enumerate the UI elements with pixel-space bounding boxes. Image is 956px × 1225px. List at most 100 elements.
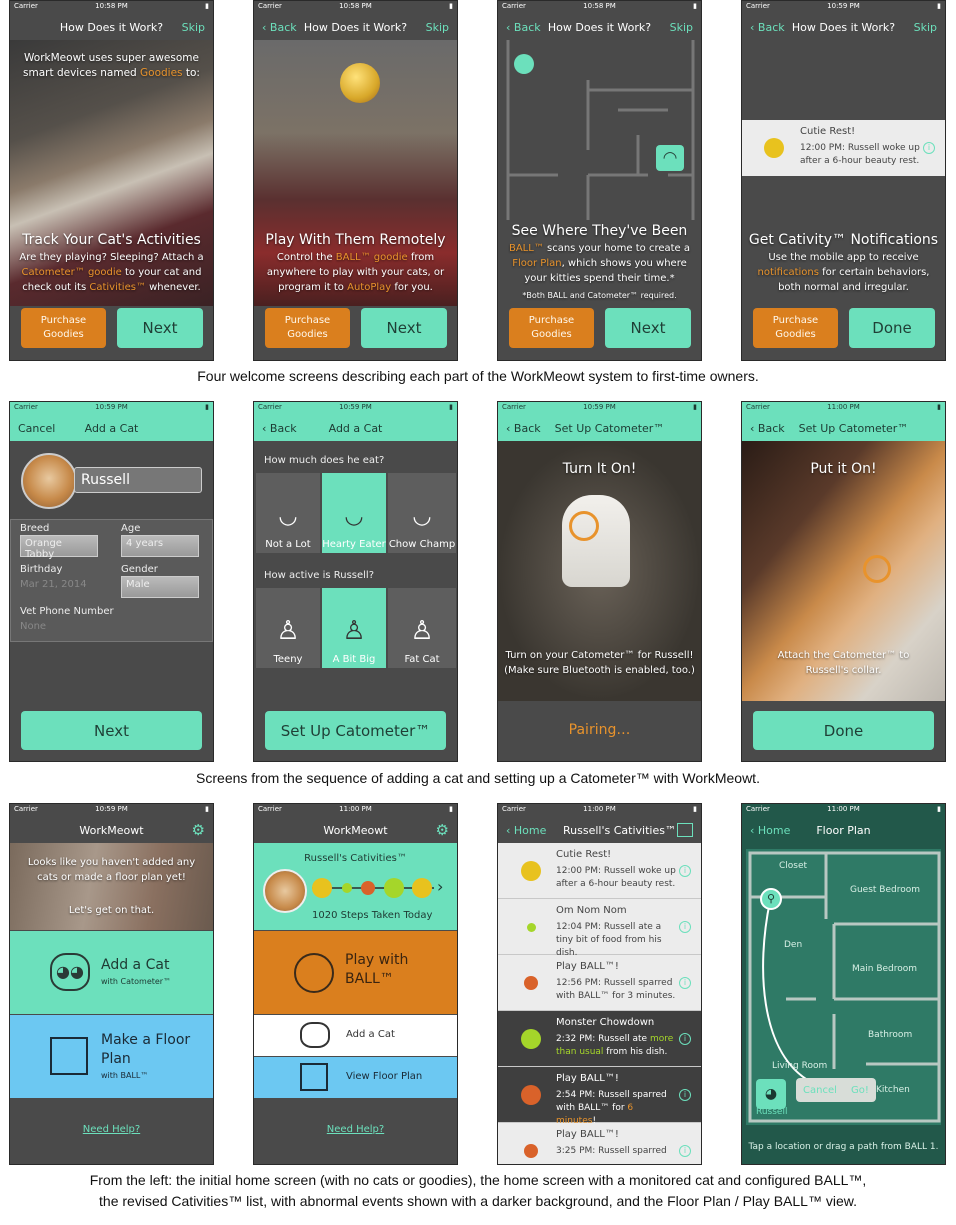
room-label[interactable]: Closet xyxy=(779,861,807,871)
purchase-goodies-button[interactable]: Purchase Goodies xyxy=(265,308,350,348)
size-option-teeny[interactable]: ♙ Teeny xyxy=(256,588,320,668)
skip-button[interactable]: Skip xyxy=(426,21,449,34)
back-button[interactable]: ‹ Back xyxy=(262,21,297,34)
floor-plan-icon[interactable] xyxy=(677,823,693,837)
eat-dot-large xyxy=(384,878,404,898)
room-label[interactable]: Kitchen xyxy=(876,1085,910,1095)
settings-gear-icon[interactable]: ⚙ xyxy=(436,821,449,839)
size-option-a-bit-big[interactable]: ♙ A Bit Big xyxy=(322,588,386,668)
info-icon[interactable]: i xyxy=(923,142,935,154)
info-icon[interactable]: i xyxy=(679,1145,691,1157)
back-button[interactable]: ‹ Back xyxy=(506,422,541,435)
room-label[interactable]: Bathroom xyxy=(868,1030,912,1040)
need-help-link[interactable]: Need Help? xyxy=(254,1124,457,1135)
setup-catometer-button[interactable]: Set Up Catometer™ xyxy=(265,711,446,750)
make-floor-plan-tile[interactable]: Make a Floor Plan with BALL™ xyxy=(10,1015,213,1098)
catometer-attach-screen: Carrier 11:00 PM ▮ ‹ Back Set Up Catometer™… xyxy=(741,401,946,762)
info-icon[interactable]: i xyxy=(679,977,691,989)
breed-field[interactable]: Orange Tabby xyxy=(20,535,98,560)
home-back-button[interactable]: ‹ Home xyxy=(750,824,790,837)
nav-bar: WorkMeowt ⚙ xyxy=(10,817,213,843)
cancel-route-button[interactable]: Cancel xyxy=(803,1085,837,1096)
clock: 11:00 PM xyxy=(583,805,616,813)
rest-event-dot xyxy=(521,861,541,881)
cat-marker-icon[interactable]: ◕ xyxy=(756,1079,786,1109)
nav-bar: ‹ Home Russell's Cativities™ xyxy=(498,817,701,843)
floor-plan-screen: Carrier 11:00 PM ▮ ‹ Home Floor Plan Closet… xyxy=(741,803,946,1165)
birthday-field[interactable]: Mar 21, 2014 xyxy=(20,579,87,590)
go-button[interactable]: Go! xyxy=(851,1085,869,1096)
event-row[interactable]: Cutie Rest! 12:00 PM: Russell woke up aft… xyxy=(498,843,701,899)
size-option-fat-cat[interactable]: ♙ Fat Cat xyxy=(388,588,456,668)
done-button[interactable]: Done xyxy=(753,711,934,750)
eat-option-chow-champ[interactable]: ◡ Chow Champ xyxy=(388,473,456,553)
home-back-button[interactable]: ‹ Home xyxy=(506,824,546,837)
screen-heading: Turn It On! xyxy=(562,461,637,477)
status-bar: Carrier 11:00 PM ▮ xyxy=(498,804,701,817)
status-bar: Carrier 10:59 PM ▮ xyxy=(742,1,945,14)
event-row[interactable]: Play BALL™! 3:25 PM: Russell sparred i xyxy=(498,1123,701,1164)
cat-avatar[interactable] xyxy=(21,453,77,509)
room-label[interactable]: Main Bedroom xyxy=(852,964,917,974)
cat-face-icon: ◠ xyxy=(656,145,684,171)
activity-question: How active is Russell? xyxy=(264,570,375,581)
room-label[interactable]: Living Room xyxy=(772,1061,827,1071)
eat-option-hearty-eater[interactable]: ◡ Hearty Eater xyxy=(322,473,386,553)
room-label[interactable]: Guest Bedroom xyxy=(850,885,920,895)
skip-button[interactable]: Skip xyxy=(182,21,205,34)
back-button[interactable]: ‹ Back xyxy=(262,422,297,435)
gender-field[interactable]: Male xyxy=(121,576,199,598)
skip-button[interactable]: Skip xyxy=(670,21,693,34)
vet-phone-field[interactable]: None xyxy=(20,621,46,632)
cat-name-field[interactable]: Russell xyxy=(74,467,202,493)
add-cat-subtitle: with Catometer™ xyxy=(101,977,172,986)
info-icon[interactable]: i xyxy=(679,865,691,877)
eat-option-not-a-lot[interactable]: ◡ Not a Lot xyxy=(256,473,320,553)
add-cat-tile[interactable]: ◕◕ Add a Cat with Catometer™ xyxy=(10,931,213,1014)
eat-question: How much does he eat? xyxy=(264,455,385,466)
ball-location-marker[interactable]: ⚲ xyxy=(760,888,782,910)
event-row-abnormal[interactable]: Play BALL™! 2:54 PM: Russell sparred with… xyxy=(498,1067,701,1126)
row3-caption-line2: the revised Cativities™ list, with abnor… xyxy=(99,1193,857,1209)
purchase-goodies-button[interactable]: Purchase Goodies xyxy=(509,308,594,348)
eat-dot xyxy=(342,883,352,893)
info-icon[interactable]: i xyxy=(679,1089,691,1101)
info-icon[interactable]: i xyxy=(679,1033,691,1045)
view-floor-plan-label: View Floor Plan xyxy=(346,1071,423,1082)
cativities-summary-card[interactable]: Russell's Cativities™ › 1020 Steps Taken… xyxy=(254,843,457,930)
cancel-button[interactable]: Cancel xyxy=(18,422,55,435)
cativities-list-screen: Carrier 11:00 PM ▮ ‹ Home Russell's Cativit… xyxy=(497,803,702,1165)
view-floor-plan-row[interactable]: View Floor Plan xyxy=(254,1057,457,1098)
purchase-goodies-button[interactable]: Purchase Goodies xyxy=(753,308,838,348)
info-icon[interactable]: i xyxy=(679,921,691,933)
done-button[interactable]: Done xyxy=(849,308,935,348)
need-help-link[interactable]: Need Help? xyxy=(10,1124,213,1135)
room-label[interactable]: Den xyxy=(784,940,802,950)
status-bar: Carrier 10:58 PM ▮ xyxy=(10,1,213,14)
add-cat-row[interactable]: Add a Cat xyxy=(254,1015,457,1056)
next-button[interactable]: Next xyxy=(605,308,691,348)
event-row[interactable]: Play BALL™! 12:56 PM: Russell sparred wit… xyxy=(498,955,701,1011)
back-button[interactable]: ‹ Back xyxy=(506,21,541,34)
back-button[interactable]: ‹ Back xyxy=(750,422,785,435)
event-row[interactable]: Om Nom Nom 12:04 PM: Russell ate a tiny b… xyxy=(498,899,701,958)
settings-gear-icon[interactable]: ⚙ xyxy=(192,821,205,839)
next-button[interactable]: Next xyxy=(361,308,447,348)
nav-bar: Cancel Add a Cat xyxy=(10,415,213,441)
next-button[interactable]: Next xyxy=(117,308,203,348)
skip-button[interactable]: Skip xyxy=(914,21,937,34)
event-title: Om Nom Nom xyxy=(556,905,627,916)
back-button[interactable]: ‹ Back xyxy=(750,21,785,34)
purchase-goodies-button[interactable]: Purchase Goodies xyxy=(21,308,106,348)
nav-bar: ‹ Back How Does it Work? Skip xyxy=(498,14,701,40)
age-field[interactable]: 4 years xyxy=(121,535,199,557)
nav-bar: ‹ Back How Does it Work? Skip xyxy=(254,14,457,40)
cat-marker-label: Russell xyxy=(756,1107,788,1117)
play-event-dot xyxy=(524,976,538,990)
screen-heading: See Where They've Been xyxy=(511,223,688,239)
play-with-ball-tile[interactable]: Play with BALL™ xyxy=(254,931,457,1014)
chevron-right-icon[interactable]: › xyxy=(437,877,443,896)
nav-bar: ‹ Back How Does it Work? Skip xyxy=(742,14,945,40)
next-button[interactable]: Next xyxy=(21,711,202,750)
event-row-abnormal[interactable]: Monster Chowdown 2:32 PM: Russell ate mor… xyxy=(498,1011,701,1067)
